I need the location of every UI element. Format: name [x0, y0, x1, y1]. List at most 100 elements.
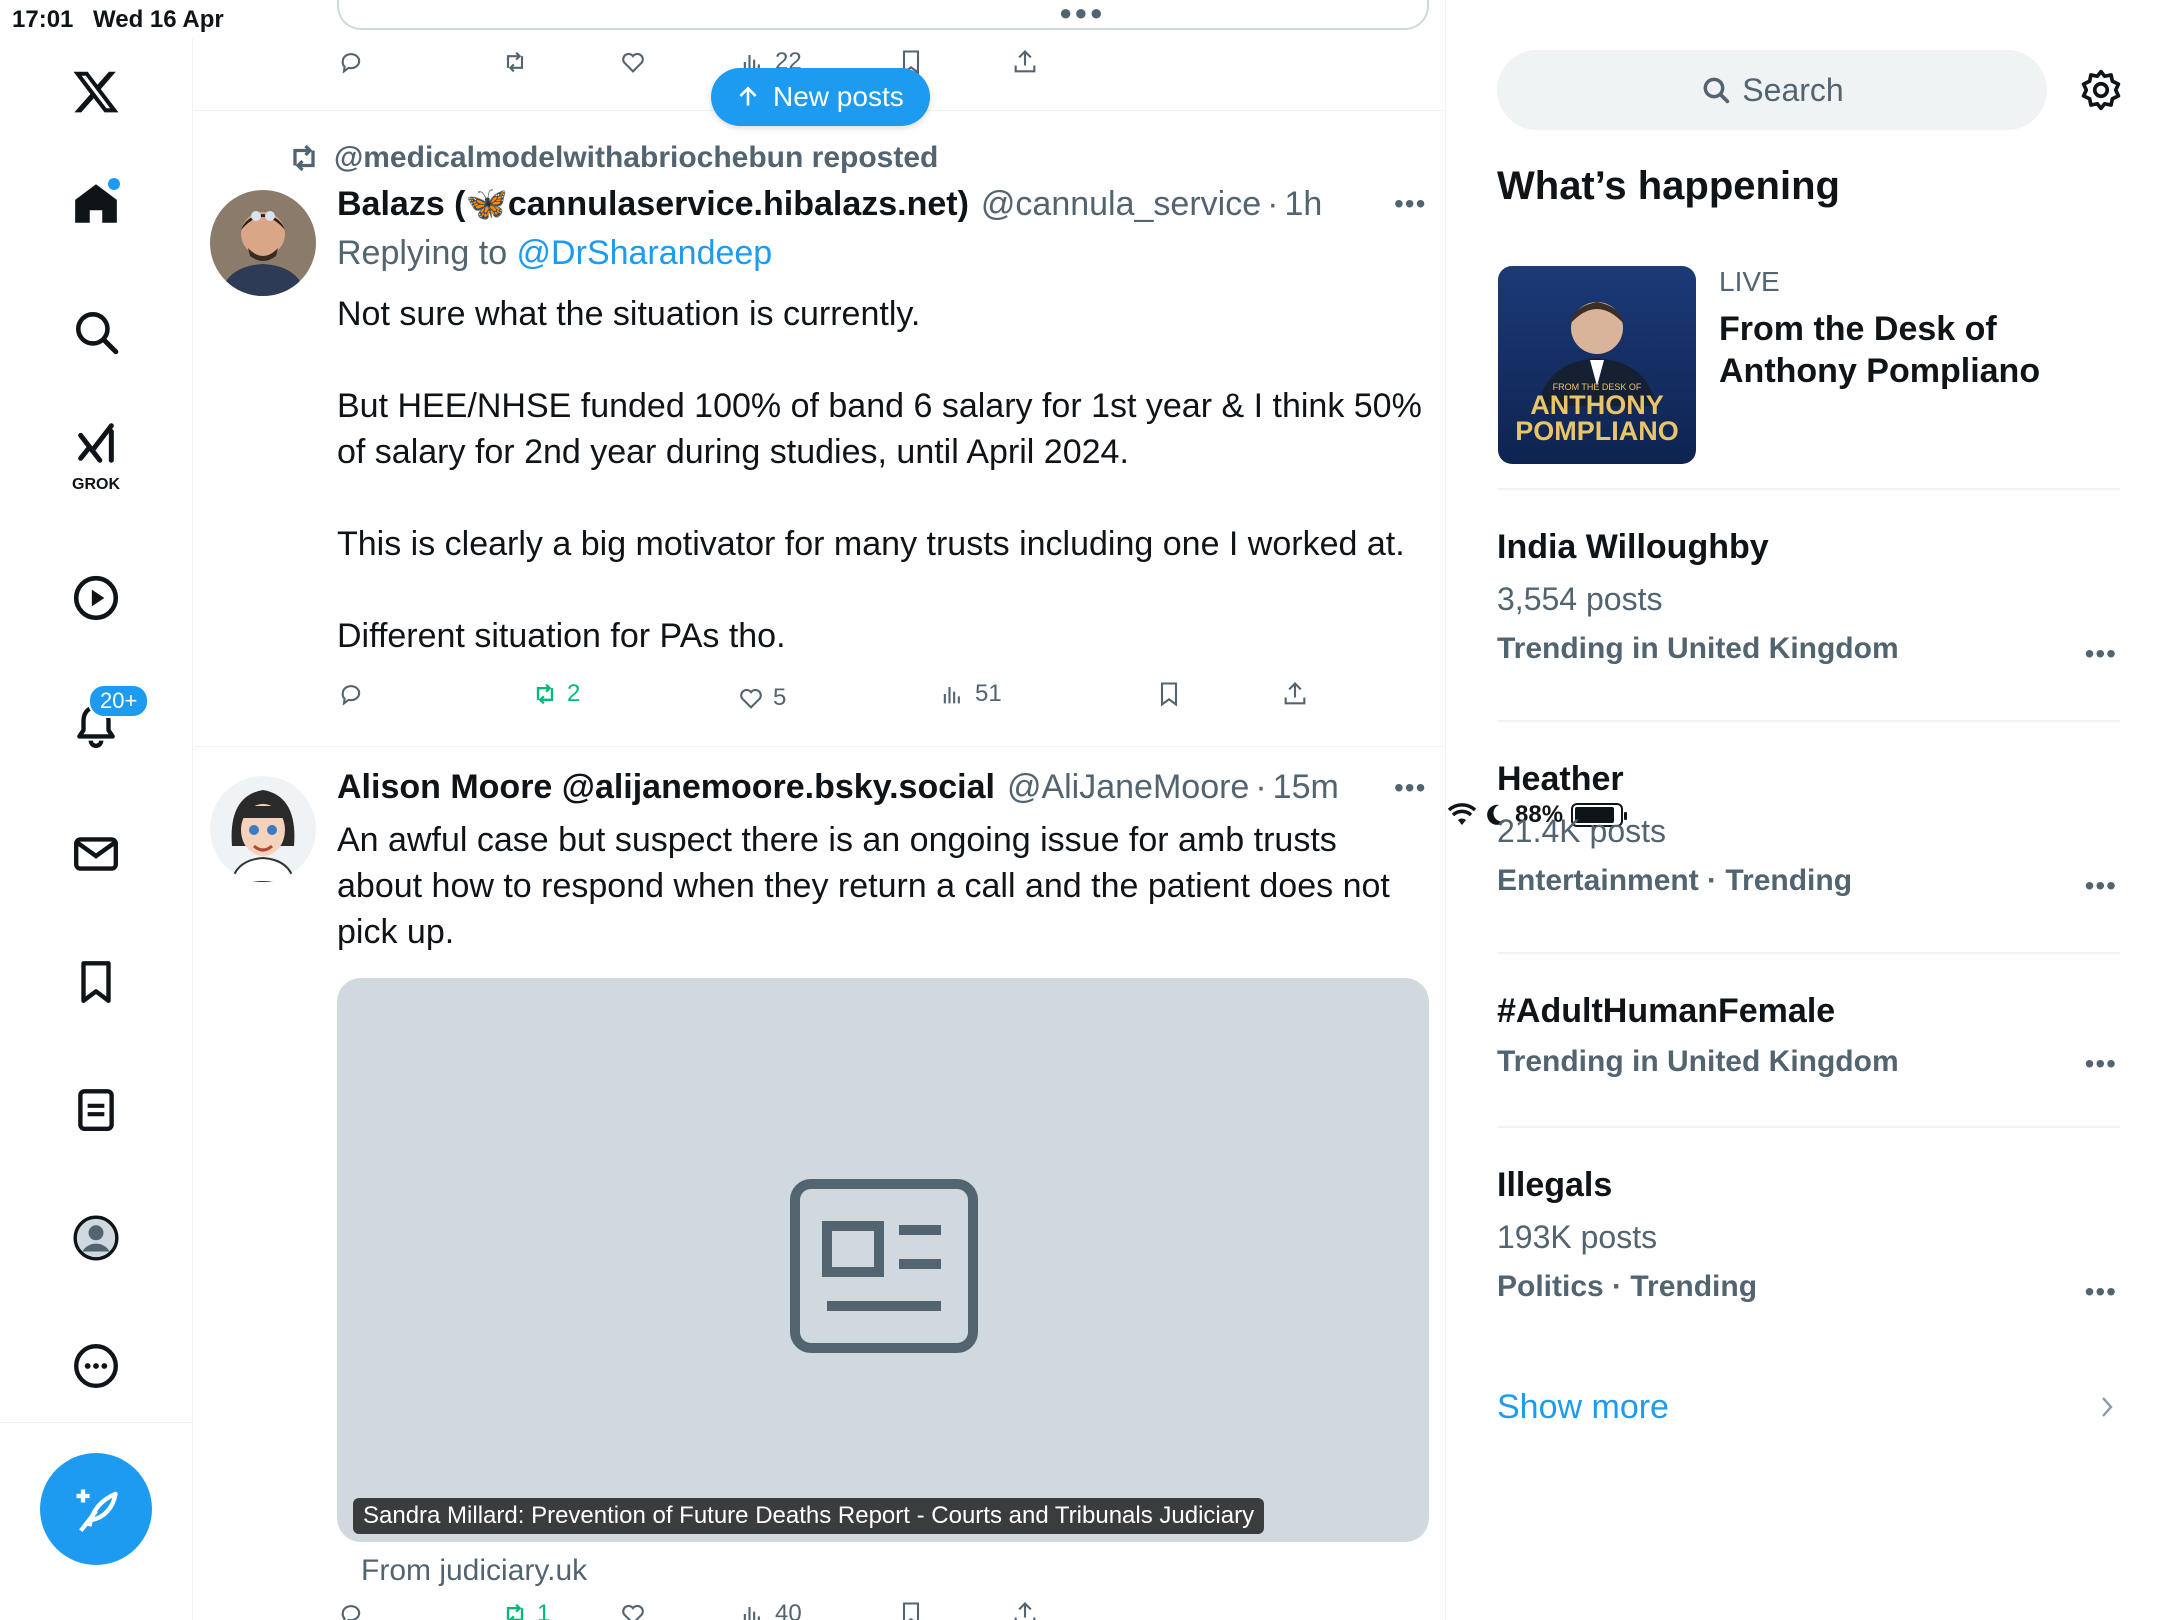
live-thumb-line-2: POMPLIANO — [1515, 416, 1679, 446]
trend-more-button[interactable]: ••• — [2085, 870, 2117, 902]
more-icon[interactable] — [66, 1336, 126, 1396]
x-logo-icon[interactable] — [66, 62, 126, 122]
views-icon — [943, 687, 960, 704]
new-posts-button[interactable]: New posts — [711, 68, 930, 126]
compose-feather-icon — [76, 1489, 118, 1532]
views-button[interactable]: 51 — [939, 680, 1002, 708]
repost-icon — [506, 51, 524, 73]
repost-count: 2 — [567, 680, 581, 707]
reply-button[interactable] — [337, 1600, 365, 1620]
post-text: An awful case but suspect there is an on… — [337, 821, 1390, 951]
views-button[interactable]: 40 — [739, 1600, 802, 1620]
reply-icon — [341, 53, 361, 74]
search-icon — [1703, 77, 1730, 104]
trend-more-button[interactable]: ••• — [2085, 1276, 2117, 1308]
reply-button[interactable] — [337, 680, 365, 708]
compose-post-button[interactable] — [40, 1453, 152, 1565]
trend-title: #AdultHumanFemale — [1497, 992, 1836, 1030]
author-name[interactable]: Alison Moore @alijanemoore.bsky.social — [337, 768, 995, 807]
like-button[interactable]: 5 — [737, 684, 786, 712]
post-more-button[interactable]: ••• — [1394, 188, 1426, 220]
repost-button[interactable] — [501, 48, 529, 76]
link-card-source[interactable]: From judiciary.uk — [361, 1554, 587, 1588]
post-time[interactable]: 1h — [1284, 185, 1322, 224]
trend-title: India Willoughby — [1497, 528, 1769, 566]
trend-count: 21.4K posts — [1497, 813, 1666, 849]
reposted-by[interactable]: @medicalmodelwithabriochebun reposted — [286, 140, 938, 176]
bookmark-button[interactable] — [897, 1600, 925, 1620]
grok-label: GROK — [72, 476, 120, 493]
share-button[interactable] — [1281, 680, 1309, 708]
share-button[interactable] — [1011, 1600, 1039, 1620]
trend-meta: Trending in United Kingdom — [1497, 632, 1899, 665]
author-handle[interactable]: @AliJaneMoore — [1007, 768, 1249, 807]
home-icon[interactable] — [66, 174, 126, 234]
link-card[interactable]: Sandra Millard: Prevention of Future Dea… — [337, 978, 1429, 1542]
avatar[interactable] — [210, 190, 316, 296]
video-icon[interactable] — [66, 568, 126, 628]
reply-icon — [341, 1605, 361, 1620]
bookmark-button[interactable] — [1155, 680, 1183, 708]
trend-item[interactable]: Illegals 193K posts Politics · Trending … — [1497, 1166, 2117, 1307]
share-button[interactable] — [1011, 48, 1039, 76]
post-actions: 1 40 — [337, 1600, 1337, 1620]
messages-icon[interactable] — [66, 824, 126, 884]
nav-divider — [0, 1422, 193, 1423]
post-header: Alison Moore @alijanemoore.bsky.social @… — [337, 768, 1339, 807]
repost-button[interactable]: 1 — [501, 1600, 550, 1620]
trend-item[interactable]: Heather 21.4K posts Entertainment · Tren… — [1497, 760, 2117, 901]
right-sidebar: Search What’s happening FROM THE DESK OF… — [1447, 0, 2160, 1620]
chevron-right-icon[interactable] — [2097, 1394, 2117, 1420]
like-button[interactable] — [619, 1600, 647, 1620]
author-handle[interactable]: @cannula_service — [981, 185, 1261, 224]
grok-icon[interactable]: GROK — [66, 422, 126, 493]
avatar[interactable] — [210, 776, 316, 882]
bookmarks-icon[interactable] — [66, 952, 126, 1012]
heart-icon — [622, 52, 644, 73]
trend-more-button[interactable]: ••• — [2085, 1048, 2117, 1080]
sidebar-divider — [1497, 1126, 2120, 1128]
show-more-link[interactable]: Show more — [1497, 1388, 1669, 1427]
sidebar-divider — [1497, 952, 2120, 954]
trend-title: Illegals — [1497, 1166, 1613, 1204]
profile-icon[interactable] — [66, 1208, 126, 1268]
home-unread-dot — [108, 178, 120, 190]
live-title[interactable]: From the Desk of Anthony Pompliano — [1719, 308, 2099, 392]
like-count: 5 — [773, 684, 787, 711]
previous-post-media[interactable]: ●●● — [337, 0, 1429, 30]
timeline-feed: ●●● 22 New posts @medicalmodelwithabrioc… — [194, 0, 1446, 1620]
live-label: LIVE — [1719, 266, 1780, 297]
repost-indicator-icon — [293, 144, 315, 172]
trend-count: 3,554 posts — [1497, 581, 1663, 617]
post-more-button[interactable]: ••• — [1394, 772, 1426, 804]
repost-count: 1 — [537, 1600, 551, 1620]
reply-button[interactable] — [337, 48, 365, 76]
post-time[interactable]: 15m — [1273, 768, 1339, 807]
trend-item[interactable]: #AdultHumanFemale Trending in United Kin… — [1497, 992, 2117, 1079]
author-name[interactable]: Balazs (🦋cannulaservice.hibalazs.net) — [337, 184, 969, 224]
trend-title: Heather — [1497, 760, 1624, 798]
search-input[interactable]: Search — [1497, 50, 2047, 130]
arrow-up-icon — [739, 86, 757, 106]
reposted-by-text: @medicalmodelwithabriochebun reposted — [334, 141, 939, 174]
settings-gear-icon[interactable] — [2079, 68, 2123, 112]
like-button[interactable] — [619, 48, 647, 76]
trend-meta: Trending in United Kingdom — [1497, 1045, 1899, 1078]
live-thumbnail[interactable]: FROM THE DESK OF ANTHONY POMPLIANO — [1498, 266, 1696, 464]
search-nav-icon[interactable] — [66, 302, 126, 362]
repost-button[interactable]: 2 — [531, 680, 580, 708]
repost-icon — [506, 1603, 524, 1620]
trend-more-button[interactable]: ••• — [2085, 638, 2117, 670]
post-text: Not sure what the situation is currently… — [337, 295, 1422, 655]
replying-to-mention[interactable]: @DrSharandeep — [517, 234, 773, 272]
lists-icon[interactable] — [66, 1080, 126, 1140]
share-icon — [1014, 1602, 1036, 1620]
media-more-dots: ●●● — [1059, 0, 1105, 25]
post-divider — [194, 746, 1445, 747]
trend-count: 193K posts — [1497, 1219, 1658, 1255]
trend-item[interactable]: India Willoughby 3,554 posts Trending in… — [1497, 528, 2117, 669]
views-count: 51 — [975, 680, 1002, 707]
sidebar-divider — [1497, 488, 2120, 490]
live-thumb-title: ANTHONY POMPLIANO — [1498, 392, 1696, 446]
article-icon — [790, 1179, 978, 1353]
